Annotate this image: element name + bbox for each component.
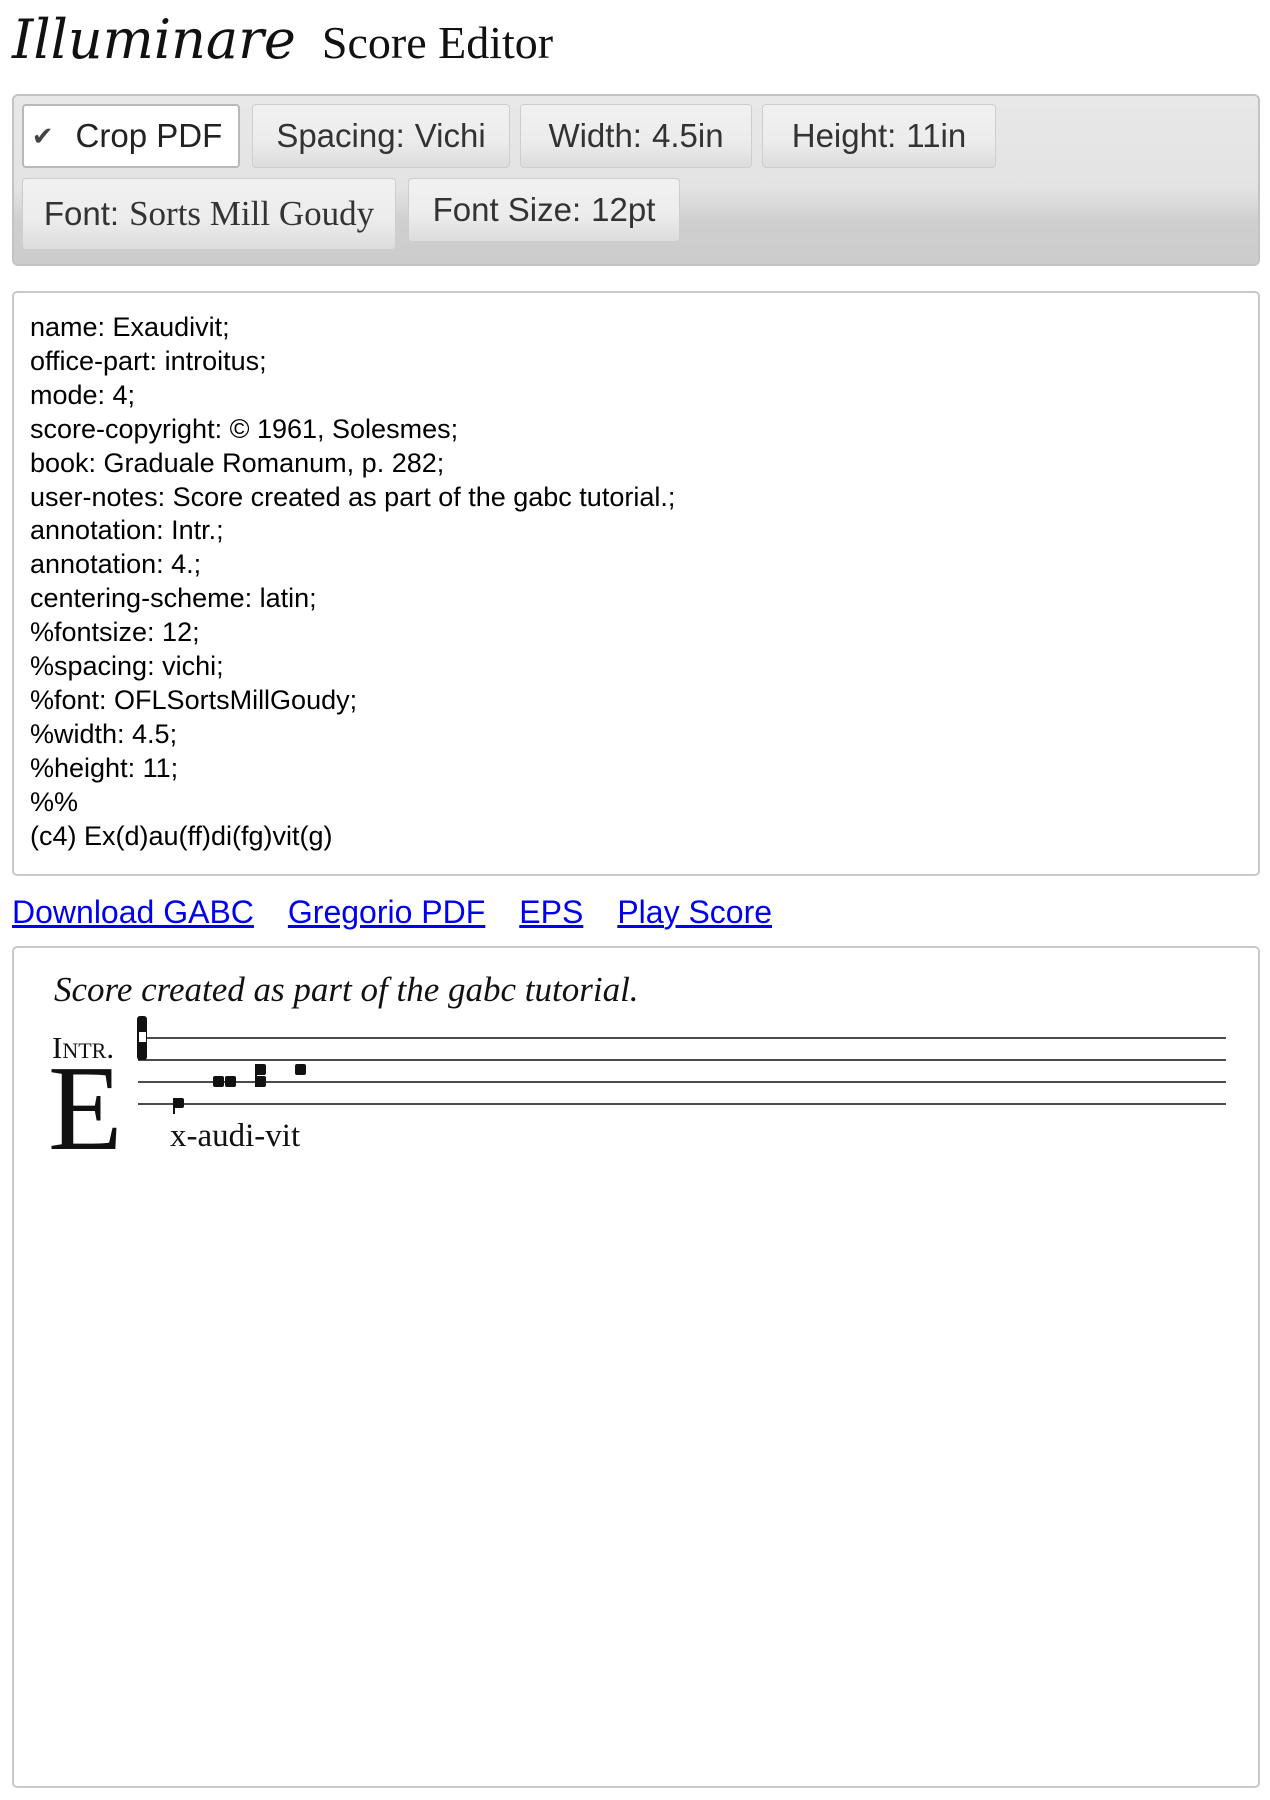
font-size-value: 12pt bbox=[591, 191, 656, 228]
width-button[interactable]: Width: 4.5in bbox=[520, 104, 752, 168]
font-button[interactable]: Font: Sorts Mill Goudy bbox=[22, 178, 396, 250]
height-button[interactable]: Height: 11in bbox=[762, 104, 996, 168]
options-toolbar: ✔ Crop PDF Spacing: Vichi Width: 4.5in H… bbox=[12, 94, 1260, 266]
play-score-link[interactable]: Play Score bbox=[617, 894, 772, 931]
neume-ff-2 bbox=[225, 1076, 236, 1087]
crop-pdf-toggle[interactable]: ✔ Crop PDF bbox=[22, 104, 240, 168]
gabc-editor[interactable]: name: Exaudivit; office-part: introitus;… bbox=[12, 291, 1260, 876]
spacing-key: Spacing: bbox=[276, 117, 405, 154]
app-header: Illuminare Score Editor bbox=[12, 8, 553, 82]
spacing-button[interactable]: Spacing: Vichi bbox=[252, 104, 510, 168]
height-value: 11in bbox=[906, 117, 967, 154]
export-links: Download GABC Gregorio PDF EPS Play Scor… bbox=[12, 890, 806, 934]
font-size-key: Font Size: bbox=[432, 191, 582, 228]
score-lyrics: x-audi-vit bbox=[170, 1118, 301, 1154]
font-value: Sorts Mill Goudy bbox=[129, 194, 375, 233]
check-icon: ✔ bbox=[31, 120, 54, 151]
neume-ff-1 bbox=[213, 1076, 224, 1087]
gregorio-pdf-link[interactable]: Gregorio PDF bbox=[288, 894, 485, 931]
neume-g bbox=[295, 1064, 306, 1075]
font-size-button[interactable]: Font Size: 12pt bbox=[408, 178, 680, 242]
neumes bbox=[173, 1064, 306, 1114]
eps-link[interactable]: EPS bbox=[519, 894, 583, 931]
app-title: Score Editor bbox=[321, 17, 554, 68]
download-gabc-link[interactable]: Download GABC bbox=[12, 894, 254, 931]
score-preview: Score created as part of the gabc tutori… bbox=[12, 946, 1260, 1788]
spacing-value: Vichi bbox=[414, 117, 486, 154]
height-key: Height: bbox=[791, 117, 897, 154]
width-key: Width: bbox=[548, 117, 642, 154]
crop-pdf-label: Crop PDF bbox=[75, 117, 223, 154]
width-value: 4.5in bbox=[651, 117, 724, 154]
brand-logo: Illuminare bbox=[12, 8, 296, 71]
font-key: Font: bbox=[43, 195, 120, 232]
c-clef-icon bbox=[137, 1016, 147, 1060]
